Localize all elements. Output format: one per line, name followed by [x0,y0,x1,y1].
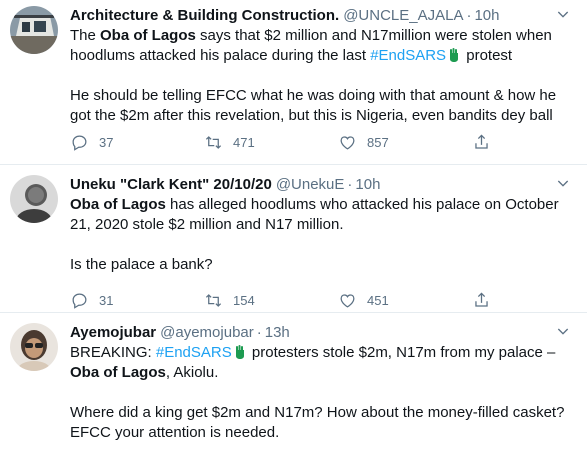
reply-icon [72,293,87,309]
fist-emoji-icon [450,48,459,62]
tweet-feed: Architecture & Building Construction. @U… [0,0,587,456]
author-name[interactable]: Ayemojubar [70,323,156,343]
text-segment: BREAKING: [70,344,156,361]
profile-photo [10,323,58,371]
tweet-text: The Oba of Lagos says that $2 million an… [70,26,577,126]
reply-icon [72,135,87,151]
like-button[interactable]: 451 [338,291,472,310]
chevron-down-icon[interactable] [553,321,573,341]
share-icon [475,292,488,307]
tweet-actions: 31 154 451 [70,291,501,310]
tweet-text: BREAKING: #EndSARS protesters stole $2m,… [70,343,577,443]
retweet-button[interactable]: 154 [204,291,338,310]
tweet-paragraph: Oba of Lagos has alleged hoodlums who at… [70,195,577,235]
bold-mention: Oba of Lagos [100,27,196,44]
chevron-down-icon[interactable] [553,173,573,193]
retweet-count: 154 [233,293,255,308]
avatar[interactable] [10,6,58,54]
avatar[interactable] [10,175,58,223]
bold-mention: Oba of Lagos [70,196,166,213]
chevron-down-icon[interactable] [553,4,573,24]
text-segment: The [70,27,101,44]
author-handle[interactable]: @ayemojubar [160,323,254,343]
reply-count: 31 [99,293,114,308]
fist-emoji-icon [235,345,244,359]
reply-count: 37 [99,135,114,150]
author-handle[interactable]: @UNCLE_AJALA [343,6,463,26]
tweet[interactable]: Uneku "Clark Kent" 20/10/20 @UnekuE · 10… [0,165,587,313]
share-button[interactable] [472,133,501,152]
tweet-paragraph: Is the palace a bank? [70,256,213,273]
tweet[interactable]: Ayemojubar @ayemojubar · 13h BREAKING: #… [0,313,587,456]
like-count: 451 [367,293,389,308]
reply-button[interactable]: 31 [70,291,204,310]
tweet-paragraph: Where did a king get $2m and N17m? How a… [70,404,565,441]
text-segment: , Akiolu. [165,364,219,381]
timestamp[interactable]: 10h [355,175,380,195]
share-icon [475,134,488,149]
text-segment: protest [462,47,513,64]
hashtag-link[interactable]: #EndSARS [370,47,446,64]
heart-icon [340,294,355,308]
bold-mention: Oba of Lagos [70,364,166,381]
timestamp[interactable]: 13h [265,323,290,343]
like-button[interactable]: 857 [338,133,472,152]
text-segment: protesters stole $2m, N17m from my palac… [247,344,556,361]
separator-dot: · [347,176,353,193]
tweet-paragraph: BREAKING: #EndSARS protesters stole $2m,… [70,343,577,383]
heart-icon [340,136,355,150]
tweet-body: Architecture & Building Construction. @U… [70,6,577,164]
retweet-icon [205,136,222,149]
retweet-button[interactable]: 471 [204,133,338,152]
tweet-paragraph: The Oba of Lagos says that $2 million an… [70,26,577,66]
tweet[interactable]: Architecture & Building Construction. @U… [0,0,587,165]
author-name[interactable]: Architecture & Building Construction. [70,6,339,26]
tweet-text: Oba of Lagos has alleged hoodlums who at… [70,195,577,275]
avatar-column [10,175,70,312]
tweet-header: Uneku "Clark Kent" 20/10/20 @UnekuE · 10… [70,175,577,195]
reply-button[interactable]: 37 [70,133,204,152]
building-avatar-image [10,6,58,54]
share-button[interactable] [472,291,501,310]
retweet-count: 471 [233,135,255,150]
author-handle[interactable]: @UnekuE [276,175,345,195]
tweet-body: Ayemojubar @ayemojubar · 13h BREAKING: #… [70,323,577,456]
timestamp[interactable]: 10h [474,6,499,26]
like-count: 857 [367,135,389,150]
avatar-column [10,6,70,164]
separator-dot: · [466,7,472,24]
tweet-actions: 37 471 857 [70,133,501,152]
profile-photo [10,175,58,223]
tweet-paragraph: He should be telling EFCC what he was do… [70,87,557,124]
separator-dot: · [256,324,262,341]
tweet-header: Ayemojubar @ayemojubar · 13h [70,323,577,343]
avatar[interactable] [10,323,58,371]
avatar-column [10,323,70,456]
tweet-body: Uneku "Clark Kent" 20/10/20 @UnekuE · 10… [70,175,577,312]
tweet-header: Architecture & Building Construction. @U… [70,6,577,26]
author-name[interactable]: Uneku "Clark Kent" 20/10/20 [70,175,272,195]
retweet-icon [205,294,222,307]
hashtag-link[interactable]: #EndSARS [156,344,232,361]
